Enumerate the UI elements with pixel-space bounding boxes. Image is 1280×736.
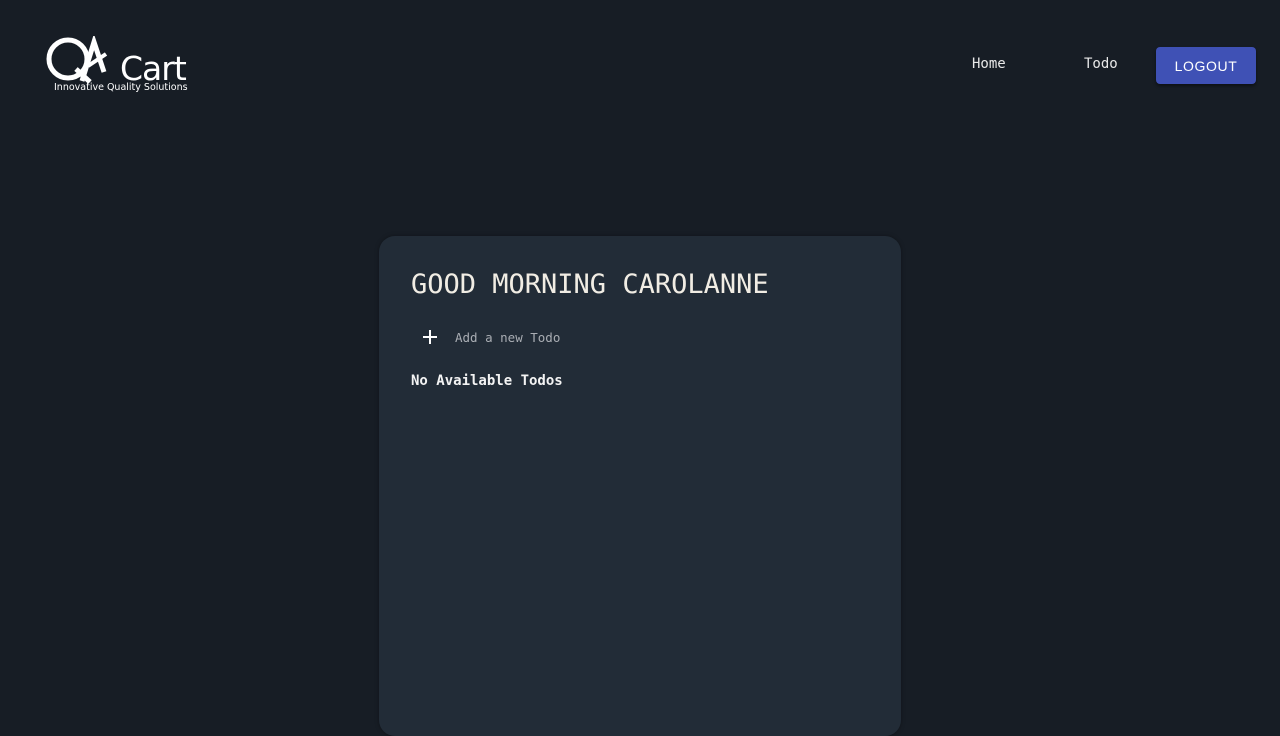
qacart-logo[interactable]: Cart Innovative Quality Solutions	[46, 36, 196, 96]
logo-tagline: Innovative Quality Solutions	[54, 82, 188, 93]
greeting-title: GOOD MORNING CAROLANNE	[411, 269, 769, 300]
logout-button[interactable]: LOGOUT	[1156, 47, 1256, 84]
empty-todos-message: No Available Todos	[411, 373, 563, 389]
logo-mark-icon: Cart	[46, 36, 188, 86]
new-todo-input[interactable]	[455, 329, 755, 345]
nav-home-link[interactable]: Home	[972, 56, 1006, 72]
svg-text:Cart: Cart	[120, 49, 187, 86]
plus-icon[interactable]	[423, 330, 437, 344]
nav-todo-link[interactable]: Todo	[1084, 56, 1118, 72]
app-header: Cart Innovative Quality Solutions Home T…	[0, 0, 1280, 130]
add-todo-row[interactable]	[423, 326, 755, 348]
todo-card: GOOD MORNING CAROLANNE No Available Todo…	[379, 236, 901, 736]
